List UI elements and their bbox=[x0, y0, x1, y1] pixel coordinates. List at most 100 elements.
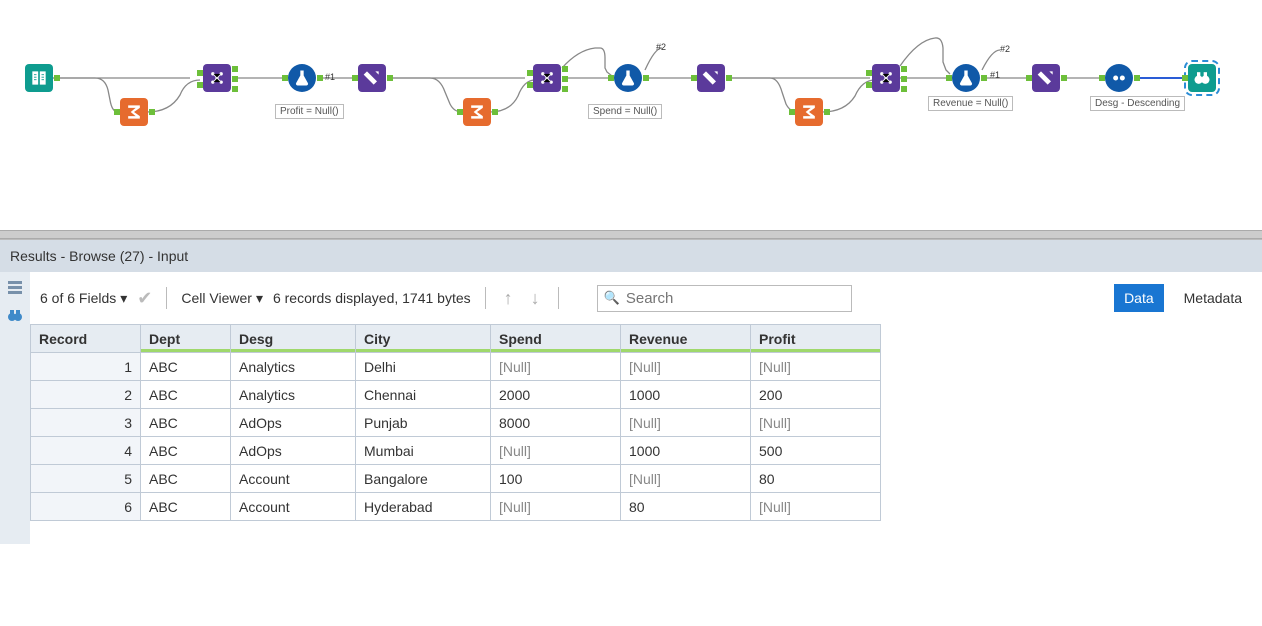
cell[interactable]: Account bbox=[231, 493, 356, 521]
column-header-desg[interactable]: Desg bbox=[231, 325, 356, 353]
tab-metadata[interactable]: Metadata bbox=[1174, 284, 1252, 312]
fields-dropdown-label: 6 of 6 Fields bbox=[40, 290, 116, 306]
cell[interactable]: [Null] bbox=[621, 353, 751, 381]
binoculars-icon[interactable] bbox=[6, 306, 24, 324]
summarize-tool-2[interactable] bbox=[463, 98, 491, 126]
grid-gutter bbox=[0, 324, 30, 544]
multi-field-tool-2[interactable] bbox=[697, 64, 725, 92]
chevron-down-icon: ▾ bbox=[256, 290, 263, 307]
results-panel-title: Results - Browse (27) - Input bbox=[0, 239, 1262, 272]
fields-dropdown[interactable]: 6 of 6 Fields ▾ bbox=[40, 290, 127, 307]
formula-2-label: Spend = Null() bbox=[588, 104, 662, 119]
cell[interactable]: [Null] bbox=[491, 353, 621, 381]
formula-tool-2[interactable] bbox=[614, 64, 642, 92]
column-header-profit[interactable]: Profit bbox=[751, 325, 881, 353]
join-tool-1[interactable] bbox=[203, 64, 231, 92]
formula-1-label: Profit = Null() bbox=[275, 104, 344, 119]
move-up-button[interactable]: ↑ bbox=[500, 288, 517, 309]
column-header-dept[interactable]: Dept bbox=[141, 325, 231, 353]
cell[interactable]: ABC bbox=[141, 409, 231, 437]
cell[interactable]: ABC bbox=[141, 353, 231, 381]
sort-tool[interactable] bbox=[1032, 64, 1060, 92]
cell[interactable]: 100 bbox=[491, 465, 621, 493]
cell[interactable]: [Null] bbox=[751, 493, 881, 521]
tab-data[interactable]: Data bbox=[1114, 284, 1164, 312]
table-row[interactable]: 6ABCAccountHyderabad[Null]80[Null] bbox=[31, 493, 881, 521]
cell[interactable]: 5 bbox=[31, 465, 141, 493]
input-data-tool[interactable] bbox=[25, 64, 53, 92]
cell[interactable]: AdOps bbox=[231, 437, 356, 465]
cell[interactable]: 1 bbox=[31, 353, 141, 381]
cell[interactable]: ABC bbox=[141, 493, 231, 521]
cell[interactable]: 6 bbox=[31, 493, 141, 521]
cell[interactable]: AdOps bbox=[231, 409, 356, 437]
check-icon[interactable]: ✔ bbox=[137, 288, 152, 309]
join-tool-3[interactable] bbox=[872, 64, 900, 92]
table-row[interactable]: 2ABCAnalyticsChennai20001000200 bbox=[31, 381, 881, 409]
column-header-revenue[interactable]: Revenue bbox=[621, 325, 751, 353]
multi-field-tool-1[interactable] bbox=[358, 64, 386, 92]
cell[interactable]: 2 bbox=[31, 381, 141, 409]
table-row[interactable]: 1ABCAnalyticsDelhi[Null][Null][Null] bbox=[31, 353, 881, 381]
results-left-gutter bbox=[0, 272, 30, 324]
workflow-canvas[interactable]: #1 Profit = Null() #2 Spend = Null() bbox=[0, 0, 1262, 230]
cell[interactable]: Analytics bbox=[231, 381, 356, 409]
formula-tool-3[interactable] bbox=[952, 64, 980, 92]
chevron-down-icon: ▾ bbox=[120, 290, 127, 307]
horizontal-splitter[interactable] bbox=[0, 230, 1262, 239]
cell[interactable]: 200 bbox=[751, 381, 881, 409]
cell[interactable]: [Null] bbox=[751, 409, 881, 437]
records-info: 6 records displayed, 1741 bytes bbox=[273, 290, 471, 306]
cell[interactable]: 4 bbox=[31, 437, 141, 465]
cell[interactable]: [Null] bbox=[491, 437, 621, 465]
search-box[interactable]: 🔍 bbox=[597, 285, 853, 312]
summarize-tool-3[interactable] bbox=[795, 98, 823, 126]
cell[interactable]: 8000 bbox=[491, 409, 621, 437]
cell[interactable]: Bangalore bbox=[356, 465, 491, 493]
column-header-city[interactable]: City bbox=[356, 325, 491, 353]
table-view-icon[interactable] bbox=[6, 278, 24, 296]
cell-viewer-label: Cell Viewer bbox=[181, 290, 252, 306]
table-row[interactable]: 4ABCAdOpsMumbai[Null]1000500 bbox=[31, 437, 881, 465]
union-tool[interactable] bbox=[1105, 64, 1133, 92]
table-row[interactable]: 5ABCAccountBangalore100[Null]80 bbox=[31, 465, 881, 493]
cell[interactable]: [Null] bbox=[621, 409, 751, 437]
cell[interactable]: [Null] bbox=[621, 465, 751, 493]
cell[interactable]: 1000 bbox=[621, 437, 751, 465]
formula-tool-1[interactable] bbox=[288, 64, 316, 92]
cell[interactable]: ABC bbox=[141, 437, 231, 465]
cell[interactable]: Punjab bbox=[356, 409, 491, 437]
separator bbox=[485, 287, 486, 309]
expression-badge: #2 bbox=[1000, 44, 1010, 54]
cell[interactable]: 500 bbox=[751, 437, 881, 465]
table-row[interactable]: 3ABCAdOpsPunjab8000[Null][Null] bbox=[31, 409, 881, 437]
cell[interactable]: Mumbai bbox=[356, 437, 491, 465]
separator bbox=[166, 287, 167, 309]
cell[interactable]: [Null] bbox=[751, 353, 881, 381]
search-icon: 🔍 bbox=[604, 290, 620, 306]
cell[interactable]: 80 bbox=[751, 465, 881, 493]
move-down-button[interactable]: ↓ bbox=[527, 288, 544, 309]
cell[interactable]: 3 bbox=[31, 409, 141, 437]
column-header-record[interactable]: Record bbox=[31, 325, 141, 353]
column-header-spend[interactable]: Spend bbox=[491, 325, 621, 353]
cell[interactable]: ABC bbox=[141, 465, 231, 493]
cell-viewer-dropdown[interactable]: Cell Viewer ▾ bbox=[181, 290, 263, 307]
cell[interactable]: Analytics bbox=[231, 353, 356, 381]
cell[interactable]: 1000 bbox=[621, 381, 751, 409]
cell[interactable]: Hyderabad bbox=[356, 493, 491, 521]
expression-badge: #1 bbox=[325, 72, 335, 82]
cell[interactable]: Chennai bbox=[356, 381, 491, 409]
cell[interactable]: Delhi bbox=[356, 353, 491, 381]
browse-tool[interactable] bbox=[1188, 64, 1216, 92]
cell[interactable]: Account bbox=[231, 465, 356, 493]
summarize-tool-1[interactable] bbox=[120, 98, 148, 126]
results-grid[interactable]: RecordDeptDesgCitySpendRevenueProfit 1AB… bbox=[30, 324, 881, 521]
search-input[interactable] bbox=[624, 289, 846, 308]
join-tool-2[interactable] bbox=[533, 64, 561, 92]
cell[interactable]: 2000 bbox=[491, 381, 621, 409]
cell[interactable]: ABC bbox=[141, 381, 231, 409]
expression-badge: #1 bbox=[990, 70, 1000, 80]
cell[interactable]: 80 bbox=[621, 493, 751, 521]
cell[interactable]: [Null] bbox=[491, 493, 621, 521]
